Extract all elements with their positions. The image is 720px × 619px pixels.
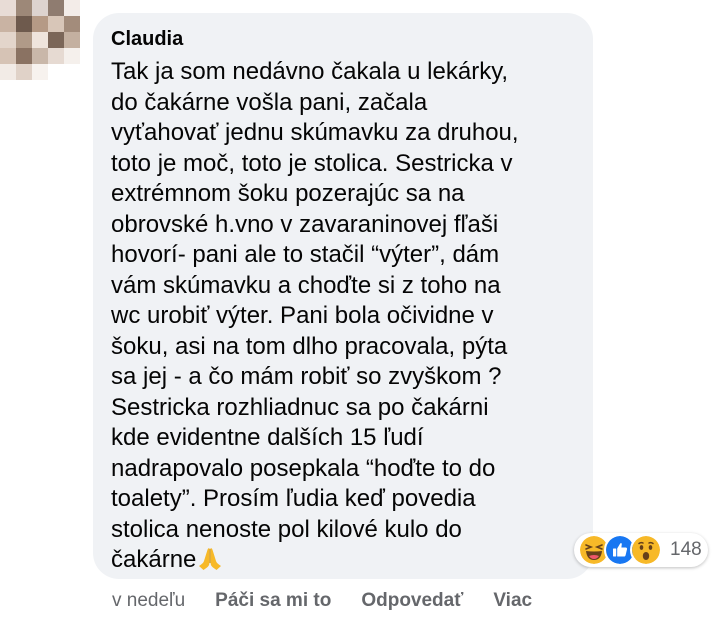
comment-line: extrémnom šoku pozerajúc sa na [111,180,465,207]
wow-react-icon [630,534,662,566]
comment-line: vám skúmavku a choďte si z toho na [111,271,501,299]
comment-line: šoku, asi na tom dlho pracovala, pýta [111,332,508,360]
comment-line: sa jej - a čo mám robiť so zvyškom ? [111,363,502,390]
comment-line: obrovské h.vno v zavaraninovej fľaši [111,210,499,238]
comment-line: stolica nenoste pol kilové kulo do [111,515,462,543]
like-button[interactable]: Páči sa mi to [215,590,331,612]
reply-button[interactable]: Odpovedať [361,590,463,612]
comment-line: Sestricka rozhliadnuc sa po čakárni [111,393,489,421]
comment-line: nadrapovalo posepkala “hoďte to do [111,454,496,482]
more-button[interactable]: Viac [493,590,532,612]
comment-author[interactable]: Claudia [111,27,575,51]
comment-timestamp[interactable]: v nedeľu [112,590,185,612]
comment-line: kde evidentne dalších 15 ľudí [111,424,424,451]
comment-line: hovorí- pani ale to stačil “výter”, dám [111,241,500,268]
comment-line: Tak ja som nedávno čakala u lekárky, [111,58,509,85]
comment-last-line: čakárne [111,545,575,576]
reactions-summary[interactable]: 148 [574,533,708,567]
comment-line: toalety”. Prosím ľudia keď povedia [111,485,476,512]
reaction-count: 148 [670,539,702,560]
avatar[interactable] [0,0,80,80]
reaction-icons [578,534,662,566]
comment-line: vyťahovať jednu skúmavku za druhou, [111,119,519,146]
comment-line: čakárne [111,546,197,573]
comment-text: Tak ja som nedávno čakala u lekárky, do … [111,57,575,576]
comment-actions: v nedeľu Páči sa mi to Odpovedať Viac [112,590,562,612]
comment-line: wc urobiť výter. Pani bola očividne v [111,302,494,329]
folded-hands-icon [199,548,222,570]
comment-bubble: Claudia Tak ja som nedávno čakala u leká… [93,13,593,579]
comment-line: do čakárne vošla pani, začala [111,88,428,116]
comment-line: toto je moč, toto je stolica. Sestricka … [111,149,513,177]
